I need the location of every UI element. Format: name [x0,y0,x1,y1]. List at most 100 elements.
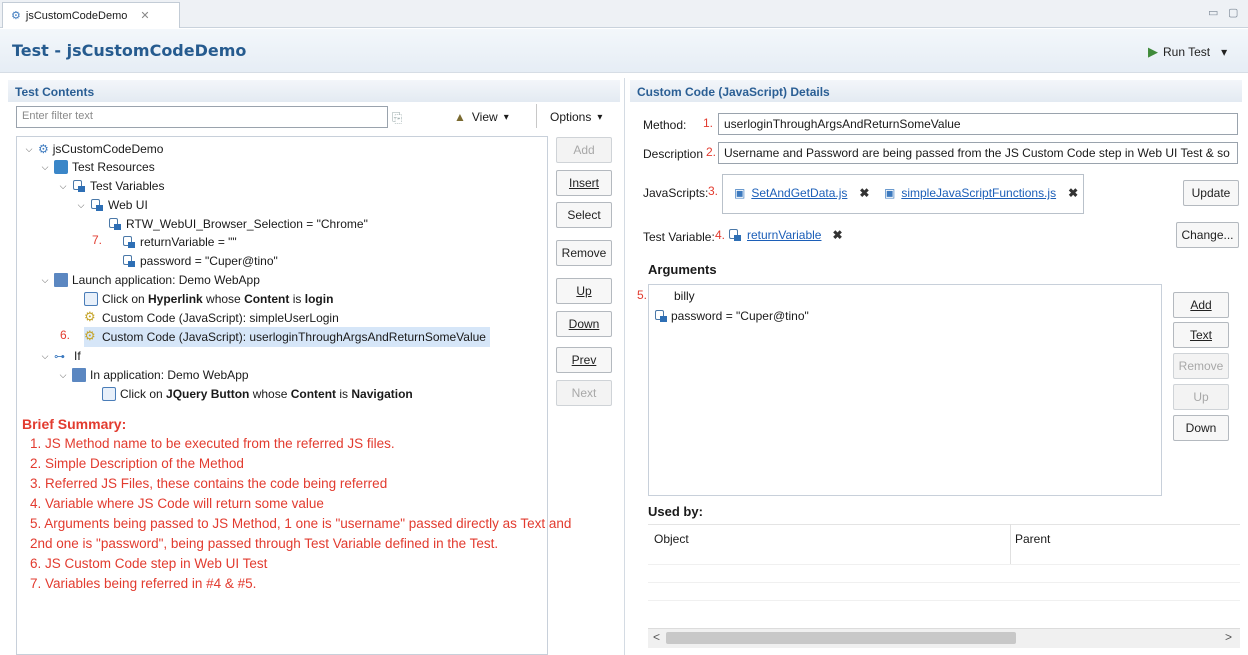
editor-title: Test - jsCustomCodeDemo [12,41,247,60]
tree-node-custom-code-selected[interactable]: Custom Code (JavaScript): userloginThrou… [84,327,490,347]
tree-node-test[interactable]: ⌵ ⚙ jsCustomCodeDemo [24,140,164,158]
column-header-object[interactable]: Object [654,532,689,546]
chevron-down-icon[interactable]: ⌵ [58,370,68,381]
tree-node-browser-selection[interactable]: RTW_WebUI_Browser_Selection = "Chrome" [108,215,368,233]
run-icon: ▶ [1148,44,1158,59]
test-variable-link[interactable]: returnVariable [747,228,821,242]
variables-icon [72,179,86,193]
view-icon: ▲ [454,110,466,124]
click-action-icon [102,387,116,401]
annotation-marker-1: 1. [703,116,714,130]
chevron-down-icon[interactable]: ⌵ [76,200,86,211]
chevron-down-icon[interactable]: ⌵ [40,162,50,173]
arg-down-button[interactable]: Down [1173,415,1229,441]
chevron-down-icon[interactable]: ⌵ [40,351,50,362]
test-variable-chip[interactable]: returnVariable ✖ [728,228,843,242]
select-button[interactable]: Select [556,202,612,228]
chevron-down-icon[interactable]: ⌵ [24,144,34,155]
remove-button[interactable]: Remove [556,240,612,266]
arg-remove-button[interactable]: Remove [1173,353,1229,379]
remove-icon[interactable]: ✖ [859,186,869,200]
summary-item: 6. JS Custom Code step in Web UI Test [30,556,268,571]
summary-title: Brief Summary: [22,416,127,432]
method-label: Method: [643,118,687,132]
maximize-icon[interactable]: ▢ [1228,6,1238,19]
chevron-down-icon: ▾ [597,111,603,123]
minimize-icon[interactable]: ▭ [1208,6,1218,19]
description-field[interactable]: Username and Password are being passed f… [718,142,1238,164]
summary-item: 2nd one is "password", being passed thro… [30,536,499,551]
annotation-marker-3: 3. [708,184,719,198]
summary-item: 2. Simple Description of the Method [30,456,244,471]
test-icon: ⚙ [38,142,49,156]
tree-node-launch-app[interactable]: ⌵ Launch application: Demo WebApp [40,271,260,289]
clear-filter-icon[interactable]: ⎘ [392,110,402,126]
add-button[interactable]: Add [556,137,612,163]
table-row-divider [648,582,1240,583]
annotation-marker-6: 6. [60,328,71,342]
variable-icon [728,228,742,242]
custom-code-icon [84,328,98,344]
scroll-right-icon[interactable]: > [1225,630,1232,644]
column-header-parent[interactable]: Parent [1015,532,1050,546]
tree-label: returnVariable = "" [140,235,237,249]
argument-item[interactable]: password = "Cuper@tino" [654,309,809,323]
argument-item[interactable]: billy [674,289,695,303]
tree-node-test-resources[interactable]: ⌵ Test Resources [40,158,155,176]
js-file-link[interactable]: SetAndGetData.js [751,186,847,200]
tree-label: Launch application: Demo WebApp [72,273,260,287]
tree-node-click-jquery-button[interactable]: Click on JQuery Button whose Content is … [102,385,413,403]
tree-label: Test Resources [72,160,155,174]
next-button[interactable]: Next [556,380,612,406]
scrollbar-thumb[interactable] [666,632,1016,644]
js-file-chip[interactable]: ▣ simpleJavaScriptFunctions.js ✖ [884,186,1078,200]
chevron-down-icon: ▾ [503,111,509,123]
method-field[interactable]: userloginThroughArgsAndReturnSomeValue [718,113,1238,135]
tree-node-click-hyperlink[interactable]: Click on Hyperlink whose Content is logi… [84,290,333,308]
resources-icon [54,160,68,174]
js-file-chip[interactable]: ▣ SetAndGetData.js ✖ [734,186,869,200]
js-file-link[interactable]: simpleJavaScriptFunctions.js [901,186,1056,200]
close-icon[interactable]: ✕ [140,9,149,22]
run-test-button[interactable]: ▶ Run Test ▾ [1148,44,1227,60]
editor-tab-jscustomcodedemo[interactable]: ⚙ jsCustomCodeDemo ✕ [2,2,180,28]
tree-label: If [74,349,81,363]
column-separator[interactable] [1010,524,1011,564]
tree-node-password[interactable]: password = "Cuper@tino" [122,252,278,270]
tree-node-in-application[interactable]: ⌵ In application: Demo WebApp [58,366,249,384]
arg-text-button[interactable]: Text [1173,322,1229,348]
insert-button[interactable]: Insert [556,170,612,196]
arg-up-button[interactable]: Up [1173,384,1229,410]
chevron-down-icon[interactable]: ⌵ [58,181,68,192]
view-menu[interactable]: ▲ View ▾ [454,110,509,124]
tree-node-custom-code-login[interactable]: Custom Code (JavaScript): simpleUserLogi… [84,309,339,327]
toolbar-separator [536,104,537,128]
remove-icon[interactable]: ✖ [832,228,842,242]
up-button[interactable]: Up [556,278,612,304]
test-contents-header: Test Contents [8,80,620,102]
tree-node-if[interactable]: ⌵ ⊶ If [40,347,81,365]
down-button[interactable]: Down [556,311,612,337]
annotation-marker-5: 5. [637,288,648,302]
test-file-icon: ⚙ [11,10,21,22]
arg-add-button[interactable]: Add [1173,292,1229,318]
summary-item: 5. Arguments being passed to JS Method, … [30,516,572,531]
variable-icon [108,217,122,231]
filter-input[interactable]: Enter filter text [16,106,388,128]
view-label: View [471,110,498,124]
tree-node-test-variables[interactable]: ⌵ Test Variables [58,177,165,195]
tree-label: Web UI [108,198,148,212]
scroll-left-icon[interactable]: < [653,630,660,644]
change-button[interactable]: Change... [1176,222,1239,248]
options-menu[interactable]: Options ▾ [550,110,602,124]
chevron-down-icon[interactable]: ⌵ [40,275,50,286]
prev-button[interactable]: Prev [556,347,612,373]
remove-icon[interactable]: ✖ [1068,186,1078,200]
pane-divider[interactable] [624,78,625,655]
click-action-icon [84,292,98,306]
tree-node-return-variable[interactable]: returnVariable = "" [122,233,237,251]
chevron-down-icon[interactable]: ▾ [1221,45,1227,59]
update-button[interactable]: Update [1183,180,1239,206]
used-by-label: Used by: [648,504,703,519]
tree-node-web-ui[interactable]: ⌵ Web UI [76,196,148,214]
